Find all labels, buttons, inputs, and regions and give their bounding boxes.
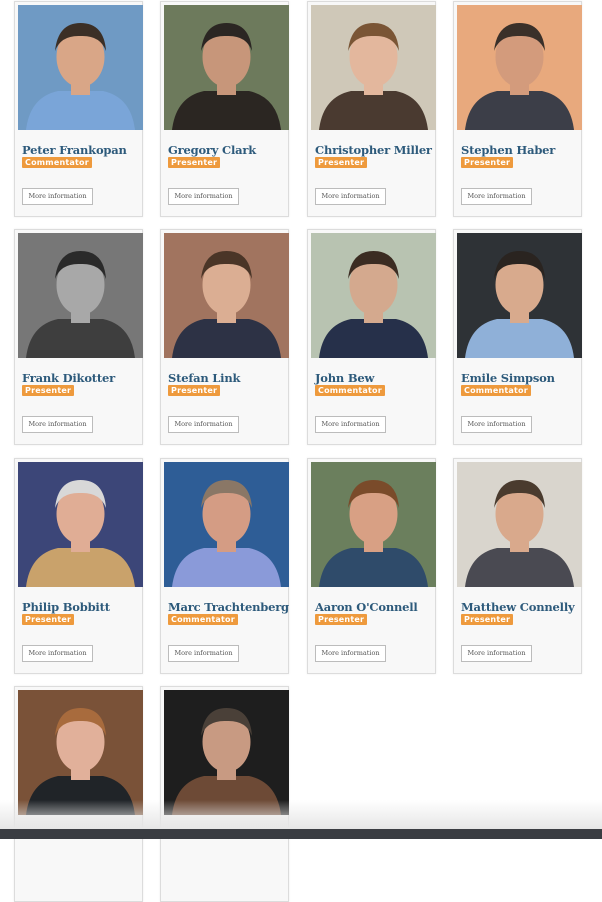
person-card: Matthew Connelly Presenter More informat… <box>453 458 582 674</box>
more-information-button[interactable]: More information <box>461 645 532 662</box>
more-information-button[interactable]: More information <box>22 188 93 205</box>
person-card: Christopher Miller Presenter More inform… <box>307 1 436 217</box>
role-badge: Presenter <box>168 385 221 396</box>
person-name[interactable]: Gregory Clark <box>168 143 288 157</box>
person-card <box>14 686 143 902</box>
person-name[interactable]: Stephen Haber <box>461 143 581 157</box>
person-photo[interactable] <box>164 233 289 358</box>
role-badge: Commentator <box>315 385 385 396</box>
role-badge: Presenter <box>22 614 75 625</box>
person-name[interactable]: Peter Frankopan <box>22 143 142 157</box>
person-photo[interactable] <box>18 462 143 587</box>
role-badge: Commentator <box>22 157 92 168</box>
role-badge: Commentator <box>168 614 238 625</box>
person-card: Philip Bobbitt Presenter More informatio… <box>14 458 143 674</box>
role-badge: Presenter <box>168 157 221 168</box>
more-information-button[interactable]: More information <box>461 416 532 433</box>
person-card <box>160 686 289 902</box>
person-photo[interactable] <box>311 233 436 358</box>
person-photo[interactable] <box>164 5 289 130</box>
more-information-button[interactable]: More information <box>168 188 239 205</box>
person-name[interactable]: Philip Bobbitt <box>22 600 142 614</box>
person-name[interactable]: Emile Simpson <box>461 371 581 385</box>
footer-bar <box>0 829 602 839</box>
person-card: Frank Dikotter Presenter More informatio… <box>14 229 143 445</box>
role-badge: Presenter <box>461 614 514 625</box>
person-photo[interactable] <box>457 462 582 587</box>
presenters-grid: Peter Frankopan Commentator More informa… <box>0 0 602 902</box>
role-badge: Presenter <box>22 385 75 396</box>
person-card: Aaron O'Connell Presenter More informati… <box>307 458 436 674</box>
more-information-button[interactable]: More information <box>22 645 93 662</box>
person-name[interactable]: Marc Trachtenberg <box>168 600 289 614</box>
role-badge: Presenter <box>315 614 368 625</box>
person-name[interactable]: John Bew <box>315 371 435 385</box>
person-card: John Bew Commentator More information <box>307 229 436 445</box>
person-name[interactable]: Matthew Connelly <box>461 600 581 614</box>
role-badge: Commentator <box>461 385 531 396</box>
more-information-button[interactable]: More information <box>315 416 386 433</box>
person-name[interactable]: Frank Dikotter <box>22 371 142 385</box>
bottom-fade <box>0 800 602 829</box>
person-name[interactable]: Stefan Link <box>168 371 288 385</box>
person-card: Peter Frankopan Commentator More informa… <box>14 1 143 217</box>
role-badge: Presenter <box>315 157 368 168</box>
person-name[interactable]: Aaron O'Connell <box>315 600 435 614</box>
person-photo[interactable] <box>18 690 143 815</box>
person-card: Marc Trachtenberg Commentator More infor… <box>160 458 289 674</box>
more-information-button[interactable]: More information <box>315 188 386 205</box>
person-name[interactable]: Christopher Miller <box>315 143 435 157</box>
role-badge: Presenter <box>461 157 514 168</box>
more-information-button[interactable]: More information <box>461 188 532 205</box>
person-photo[interactable] <box>457 233 582 358</box>
person-photo[interactable] <box>164 462 289 587</box>
person-photo[interactable] <box>311 462 436 587</box>
person-card: Gregory Clark Presenter More information <box>160 1 289 217</box>
more-information-button[interactable]: More information <box>22 416 93 433</box>
person-photo[interactable] <box>164 690 289 815</box>
person-card: Stephen Haber Presenter More information <box>453 1 582 217</box>
person-card: Emile Simpson Commentator More informati… <box>453 229 582 445</box>
more-information-button[interactable]: More information <box>315 645 386 662</box>
person-photo[interactable] <box>311 5 436 130</box>
person-photo[interactable] <box>18 233 143 358</box>
person-photo[interactable] <box>457 5 582 130</box>
more-information-button[interactable]: More information <box>168 416 239 433</box>
person-card: Stefan Link Presenter More information <box>160 229 289 445</box>
more-information-button[interactable]: More information <box>168 645 239 662</box>
person-photo[interactable] <box>18 5 143 130</box>
